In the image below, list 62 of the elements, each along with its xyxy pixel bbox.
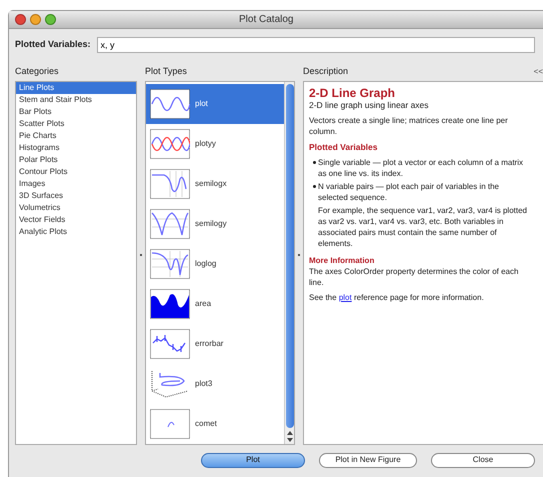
- zoom-window-icon[interactable]: [45, 14, 56, 25]
- category-item[interactable]: Line Plots: [16, 82, 136, 94]
- minimize-window-icon[interactable]: [30, 14, 41, 25]
- plot-type-item[interactable]: plotyy: [146, 124, 284, 164]
- plot-thumbnail-icon: [150, 88, 190, 118]
- plot-thumbnail-icon: [150, 208, 190, 238]
- plot-thumbnail-icon: [150, 248, 190, 278]
- category-item[interactable]: Scatter Plots: [16, 118, 136, 130]
- plot-type-item[interactable]: comet: [146, 404, 284, 444]
- category-item[interactable]: Analytic Plots: [16, 226, 136, 238]
- category-item[interactable]: Volumetrics: [16, 202, 136, 214]
- more-information-text: The axes ColorOrder property determines the color of each line.: [309, 266, 520, 288]
- collapse-button[interactable]: <<: [534, 65, 543, 78]
- section-heading: More Information: [309, 254, 376, 266]
- example-text: For example, the sequence var1, var2, var3, var4 is plotted as var2 vs. var1, var4 vs. var3, etc. Both variables in associated pairs must contain the same number of elements.: [317, 204, 528, 248]
- category-item[interactable]: Bar Plots: [16, 106, 136, 118]
- description-subtitle: 2-D line graph using linear axes: [309, 100, 430, 110]
- category-item[interactable]: Vector Fields: [16, 214, 136, 226]
- scroll-up-icon[interactable]: [286, 431, 292, 435]
- category-item[interactable]: Polar Plots: [16, 154, 136, 166]
- plot-link[interactable]: plot: [338, 292, 352, 302]
- splitter-handle-icon[interactable]: [140, 254, 142, 256]
- plot-types-heading: Plot Types: [145, 65, 188, 78]
- plot-thumbnail-icon: [150, 128, 190, 158]
- plot-type-item[interactable]: plot3: [146, 364, 284, 404]
- description-title: 2-D Line Graph: [309, 86, 396, 100]
- plotted-variables-label: Plotted Variables:: [15, 38, 91, 52]
- splitter-handle-icon[interactable]: [298, 254, 300, 256]
- plot-thumbnail-icon: [150, 328, 190, 358]
- categories-heading: Categories: [15, 65, 60, 78]
- category-item[interactable]: Contour Plots: [16, 166, 136, 178]
- category-item[interactable]: Stem and Stair Plots: [16, 94, 136, 106]
- plot3-thumbnail-icon: [150, 368, 190, 398]
- reference-text: See the plot reference page for more information.: [309, 292, 485, 302]
- plot-button[interactable]: Plot: [201, 452, 305, 468]
- description-text: Vectors create a single line; matrices create one line per column.: [309, 114, 509, 136]
- category-item[interactable]: Images: [16, 178, 136, 190]
- plot-type-item[interactable]: semilogx: [146, 164, 284, 204]
- description-heading: Description: [303, 65, 348, 78]
- bullet-text: Single variable — plot a vector or each column of a matrix as one line vs. its index.: [318, 156, 524, 178]
- scroll-down-icon[interactable]: [286, 438, 292, 442]
- plot-type-item[interactable]: area: [146, 284, 284, 324]
- bullet-icon: [313, 160, 316, 164]
- category-item[interactable]: 3D Surfaces: [16, 190, 136, 202]
- plot-type-item[interactable]: loglog: [146, 244, 284, 284]
- dialog-button[interactable]: Plot in New Figure: [319, 452, 417, 468]
- window-title: Plot Catalog: [239, 13, 294, 27]
- plotted-variables-field[interactable]: x, y: [96, 37, 535, 53]
- plot-type-item[interactable]: semilogy: [146, 204, 284, 244]
- category-item[interactable]: Histograms: [16, 142, 136, 154]
- bullet-icon: [313, 184, 316, 188]
- close-window-icon[interactable]: [15, 14, 26, 25]
- plot-thumbnail-icon: [150, 168, 190, 198]
- bullet-text: N variable pairs — plot each pair of variables in the selected sequence.: [318, 180, 500, 202]
- category-item[interactable]: Pie Charts: [16, 130, 136, 142]
- section-heading: Plotted Variables: [309, 142, 378, 152]
- plot-type-item[interactable]: plot: [146, 84, 284, 124]
- comet-thumbnail-icon: [150, 408, 190, 438]
- dialog-button[interactable]: Close: [431, 452, 535, 468]
- plot-thumbnail-icon: [150, 288, 190, 318]
- scrollbar[interactable]: [284, 82, 294, 444]
- plot-type-item[interactable]: errorbar: [146, 324, 284, 364]
